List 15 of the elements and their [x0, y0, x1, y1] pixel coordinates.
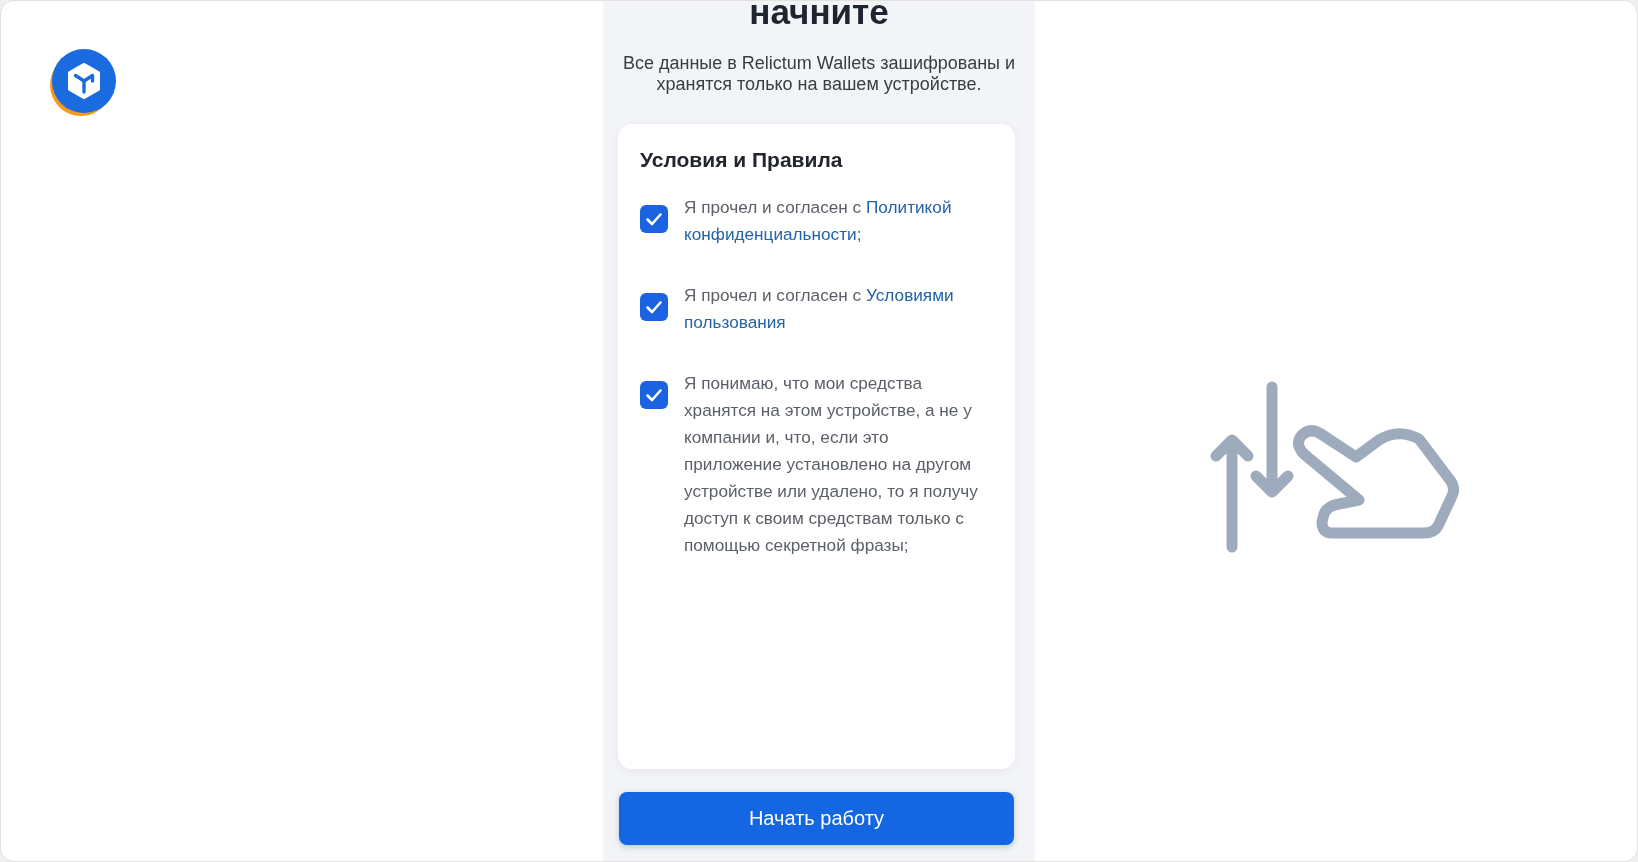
subtitle: Все данные в Relictum Wallets зашифрованы и хранятся только на вашем устройстве.: [621, 53, 1017, 95]
checkbox[interactable]: [640, 205, 668, 233]
document-link[interactable]: пользования: [684, 312, 786, 332]
start-button[interactable]: Начать работу: [619, 792, 1014, 845]
agreement-text: Я прочел и согласен с Политикой конфиденциальности;: [684, 196, 953, 246]
checkbox[interactable]: [640, 293, 668, 321]
document-link[interactable]: Условиями: [866, 285, 954, 305]
agreement-text: Я прочел и согласен с Условиями пользования: [684, 284, 955, 334]
document-link[interactable]: Политикой: [866, 197, 952, 217]
card-title: Условия и Правила: [640, 147, 843, 173]
cube-logo-icon: [48, 47, 118, 117]
agreement-text: Я понимаю, что мои средства хранятся на этом устройстве, а не у компании и, что, если это приложение установлено на другом устройстве или удалено, то я получу доступ к своим средствам только с помощью секретной фразы;: [684, 372, 979, 557]
document-link[interactable]: конфиденциальности: [684, 224, 857, 244]
checkbox[interactable]: [640, 381, 668, 409]
screen-heading: начните: [749, 1, 889, 22]
